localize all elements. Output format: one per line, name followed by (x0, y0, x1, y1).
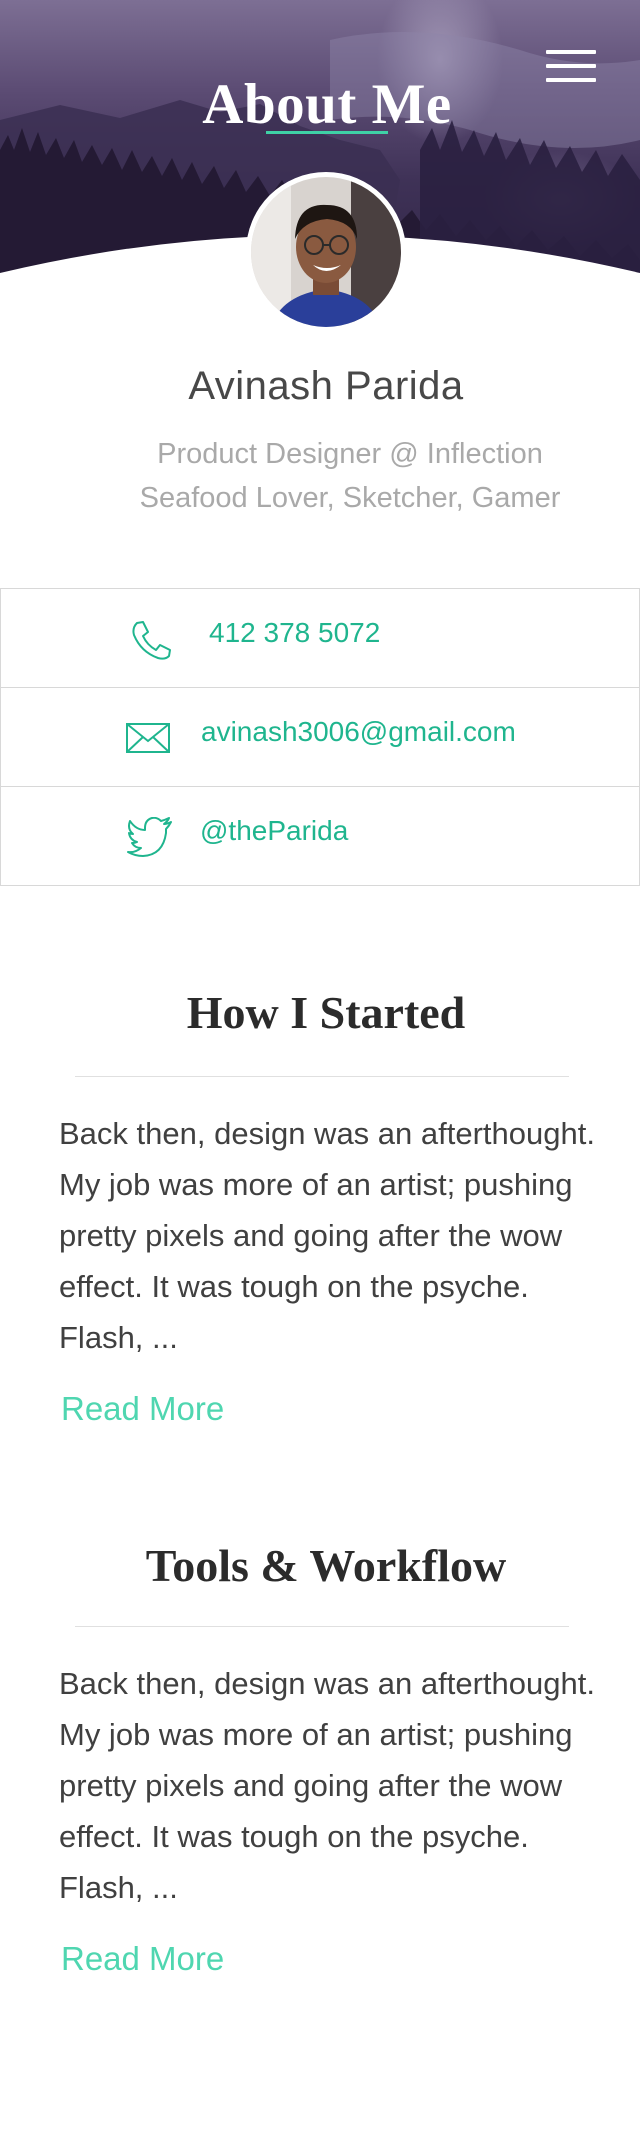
article-excerpt: Back then, design was an afterthought. M… (59, 1666, 595, 1905)
profile-name: Avinash Parida (188, 364, 464, 408)
phone-icon (132, 621, 171, 660)
twitter-icon (127, 817, 172, 857)
hamburger-menu-icon[interactable] (546, 50, 596, 84)
article-divider (75, 1076, 569, 1077)
profile-photo (251, 177, 401, 327)
contact-phone[interactable]: 412 378 5072 (1, 589, 639, 688)
title-underline (266, 131, 388, 134)
article-title: How I Started (186, 987, 466, 1038)
contact-email[interactable]: avinash3006@gmail.com (1, 688, 639, 787)
contact-label: avinash3006@gmail.com (201, 716, 516, 747)
contact-label: 412 378 5072 (209, 617, 381, 648)
read-more-link[interactable]: Read More (61, 1390, 224, 1428)
article-excerpt: Back then, design was an afterthought. M… (59, 1116, 595, 1355)
contact-label: @theParida (200, 815, 349, 846)
contact-twitter[interactable]: @theParida (1, 787, 639, 885)
avatar (246, 172, 406, 332)
contact-list: 412 378 5072 avinash3006@gmail.com @theP… (0, 588, 640, 886)
page-title: About Me (202, 73, 452, 137)
article-title: Tools & Workflow (145, 1540, 507, 1591)
mail-icon (126, 723, 170, 753)
profile-bio-line: Seafood Lover, Sketcher, Gamer (139, 482, 561, 514)
read-more-link[interactable]: Read More (61, 1940, 224, 1978)
article-divider (75, 1626, 569, 1627)
profile-bio-line: Product Designer @ Inflection (157, 438, 543, 470)
